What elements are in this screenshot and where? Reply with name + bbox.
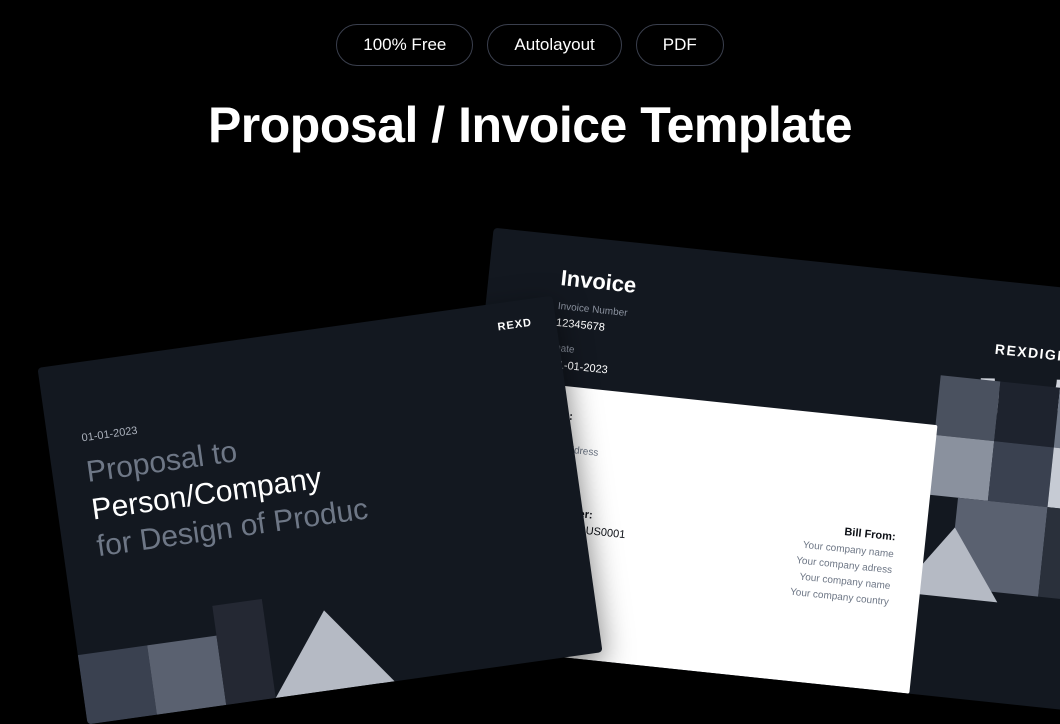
proposal-date: 01-01-2023 (81, 425, 138, 445)
proposal-title: Proposal to Person/Company for Design of… (84, 416, 370, 565)
square-decor-icon (934, 375, 1000, 441)
square-decor-icon (988, 441, 1054, 507)
square-decor-icon (147, 636, 226, 715)
invoice-title: Invoice (559, 265, 637, 299)
square-decor-icon (928, 435, 994, 501)
preview-cards: Invoice Invoice Number 12345678 Date 01-… (0, 0, 1060, 582)
triangle-decor-icon (265, 602, 395, 698)
square-decor-icon (994, 382, 1060, 448)
proposal-logo: REXD (497, 317, 533, 334)
proposal-card: REXD 01-01-2023 Proposal to Person/Compa… (37, 296, 602, 724)
bill-from-section: Bill From: Your company name Your compan… (789, 521, 896, 611)
square-decor-icon (78, 645, 157, 724)
